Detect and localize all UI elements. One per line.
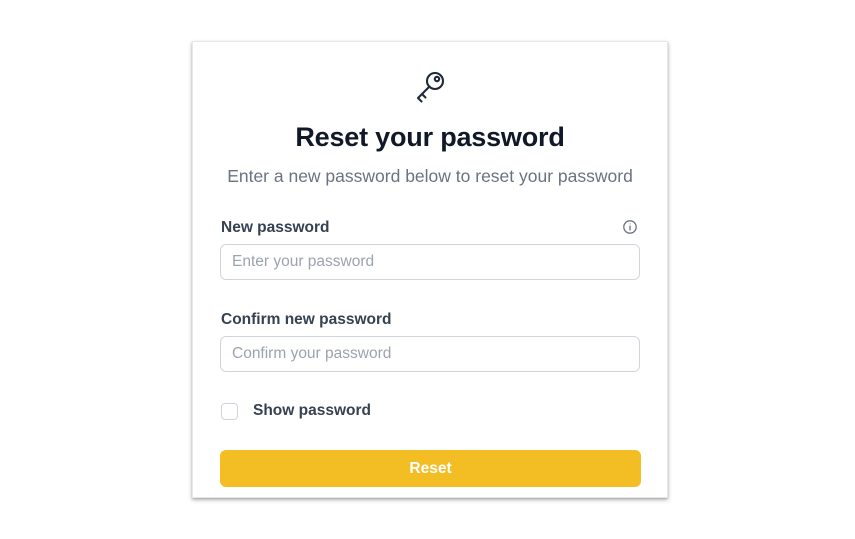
key-icon — [413, 69, 449, 105]
new-password-label: New password — [221, 219, 330, 236]
page-title: Reset your password — [295, 122, 565, 152]
page-subtitle: Enter a new password below to reset your… — [227, 166, 633, 186]
new-password-input[interactable] — [220, 244, 640, 280]
reset-password-card: Reset your password Enter a new password… — [192, 41, 668, 498]
info-icon[interactable] — [622, 219, 638, 235]
confirm-password-input[interactable] — [220, 336, 640, 372]
show-password-label[interactable]: Show password — [253, 402, 371, 420]
confirm-password-label: Confirm new password — [221, 311, 392, 328]
show-password-checkbox[interactable] — [221, 403, 238, 420]
reset-button[interactable]: Reset — [220, 450, 641, 487]
